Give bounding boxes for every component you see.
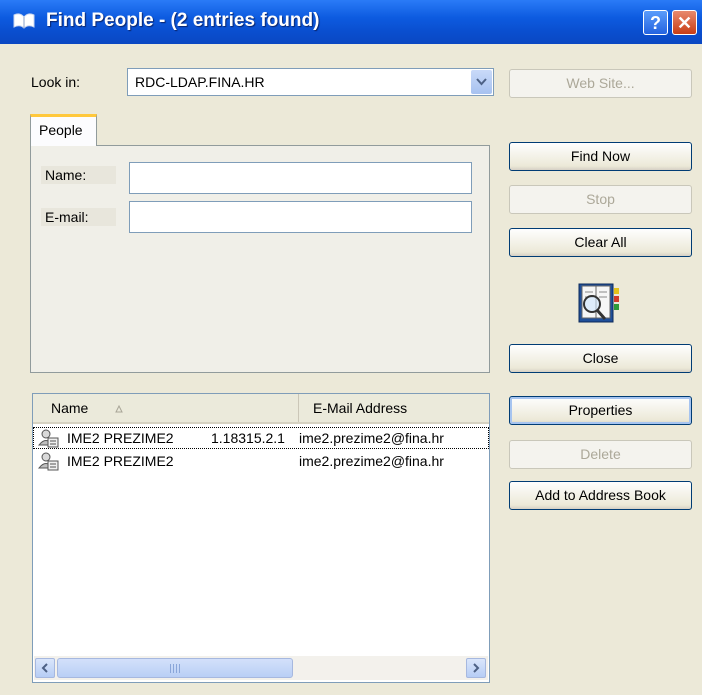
clear-all-button[interactable]: Clear All [509, 228, 692, 257]
web-site-button[interactable]: Web Site... [509, 69, 692, 98]
table-row[interactable]: IME2 PREZIME2 ime2.prezime2@fina.hr [33, 450, 489, 472]
row-email: ime2.prezime2@fina.hr [299, 453, 444, 469]
contact-card-icon [37, 452, 59, 471]
chevron-left-icon [41, 663, 48, 673]
column-header-email[interactable]: E-Mail Address [300, 394, 489, 422]
people-tab-panel: Name: E-mail: [30, 145, 490, 373]
results-header: Name E-Mail Address [33, 394, 489, 424]
row-name: IME2 PREZIME2 [67, 453, 174, 469]
look-in-value: RDC-LDAP.FINA.HR [135, 74, 265, 90]
table-row[interactable]: IME2 PREZIME2 1.18315.2.1 ime2.prezime2@… [33, 427, 489, 449]
stop-button[interactable]: Stop [509, 185, 692, 214]
find-now-button[interactable]: Find Now [509, 142, 692, 171]
row-name: IME2 PREZIME2 [67, 430, 174, 446]
chevron-right-icon [473, 663, 480, 673]
name-label: Name: [41, 166, 116, 184]
scroll-thumb[interactable] [57, 658, 293, 678]
row-email: ime2.prezime2@fina.hr [299, 430, 444, 446]
people-book-icon [13, 13, 35, 29]
find-people-dialog: Find People - (2 entries found) ? ✕ Look… [0, 0, 702, 695]
look-in-label: Look in: [31, 74, 81, 90]
contact-card-icon [37, 429, 59, 448]
horizontal-scrollbar[interactable] [34, 656, 488, 680]
title-bar[interactable]: Find People - (2 entries found) ? ✕ [0, 0, 702, 44]
row-id: 1.18315.2.1 [211, 430, 285, 446]
properties-button[interactable]: Properties [509, 396, 692, 425]
help-button[interactable]: ? [643, 10, 668, 35]
close-button[interactable]: Close [509, 344, 692, 373]
add-to-address-book-button[interactable]: Add to Address Book [509, 481, 692, 510]
close-window-button[interactable]: ✕ [672, 10, 697, 35]
scroll-right-button[interactable] [466, 658, 486, 678]
name-input[interactable] [129, 162, 472, 194]
results-list[interactable]: Name E-Mail Address IME2 PREZIME2 1.1831… [32, 393, 490, 683]
email-input[interactable] [129, 201, 472, 233]
email-label: E-mail: [41, 208, 116, 226]
scroll-left-button[interactable] [35, 658, 55, 678]
grip-icon [170, 664, 182, 673]
address-book-search-icon [578, 283, 619, 323]
column-header-name[interactable]: Name [33, 394, 299, 422]
window-title: Find People - (2 entries found) [46, 10, 320, 31]
look-in-dropdown[interactable]: RDC-LDAP.FINA.HR [127, 68, 494, 96]
sort-ascending-icon [115, 405, 123, 413]
tab-people[interactable]: People [30, 114, 97, 146]
chevron-down-icon[interactable] [471, 70, 492, 94]
delete-button[interactable]: Delete [509, 440, 692, 469]
